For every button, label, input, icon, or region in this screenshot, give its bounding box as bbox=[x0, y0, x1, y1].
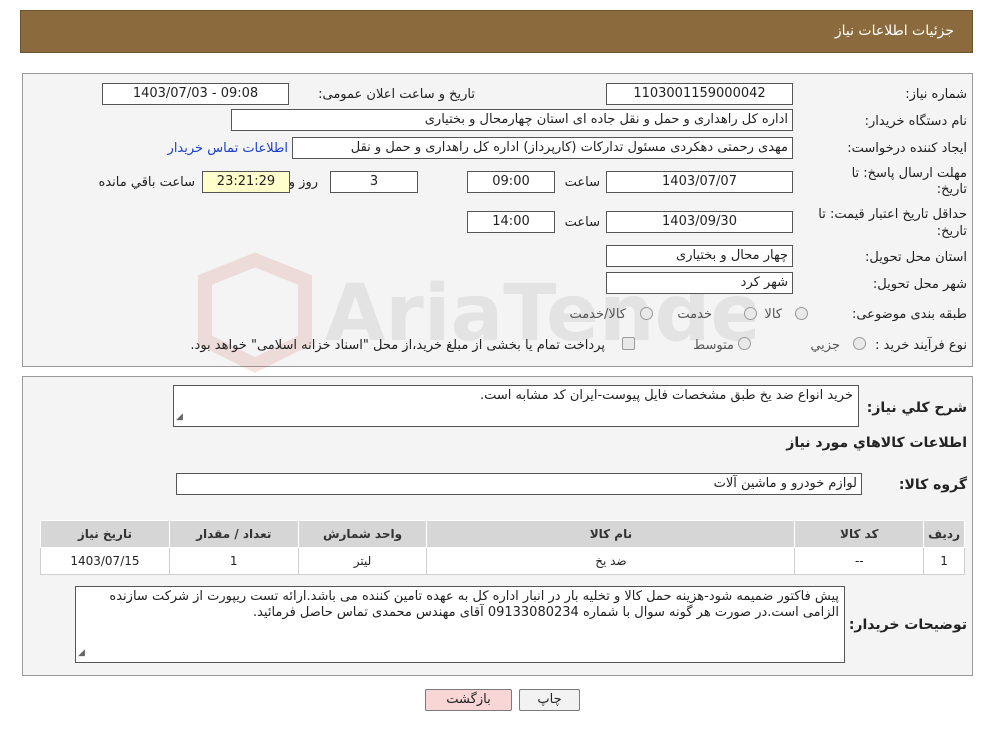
deadline-date-field: 1403/07/07 bbox=[606, 171, 793, 193]
contact-buyer-link[interactable]: اطلاعات تماس خریدار bbox=[168, 141, 288, 156]
province-field: چهار محال و بختیاری bbox=[606, 245, 793, 267]
deadline-label: مهلت ارسال پاسخ: تا تاریخ: bbox=[851, 166, 967, 197]
need-number-label: شماره نیاز: bbox=[905, 87, 967, 102]
cell-date: 1403/07/15 bbox=[40, 547, 170, 575]
city-label: شهر محل تحویل: bbox=[872, 277, 967, 292]
description-label: شرح کلي نیاز: bbox=[866, 400, 967, 416]
validity-date-field: 1403/09/30 bbox=[606, 211, 793, 233]
cell-code: -- bbox=[794, 547, 925, 575]
category-radio-goods[interactable] bbox=[795, 307, 808, 320]
resize-grip-icon[interactable]: ◢ bbox=[78, 645, 85, 661]
buyer-notes-text: پیش فاکتور ضمیمه شود-هزینه حمل کالا و تخ… bbox=[109, 589, 839, 620]
back-button[interactable]: بازگشت bbox=[425, 689, 512, 711]
payment-checkbox[interactable] bbox=[622, 337, 635, 350]
city-field: شهر کرد bbox=[606, 272, 793, 294]
process-option-medium: متوسط bbox=[693, 338, 734, 353]
col-row: ردیف bbox=[923, 520, 965, 548]
buyer-org-field: اداره کل راهداری و حمل و نقل جاده ای است… bbox=[231, 109, 793, 131]
category-option-service: خدمت bbox=[677, 307, 712, 322]
buyer-org-label: نام دستگاه خریدار: bbox=[864, 114, 967, 129]
requester-label: ایجاد کننده درخواست: bbox=[847, 141, 967, 156]
goods-group-label: گروه کالا: bbox=[898, 477, 967, 493]
category-radio-service[interactable] bbox=[744, 307, 757, 320]
buyer-notes-textarea: پیش فاکتور ضمیمه شود-هزینه حمل کالا و تخ… bbox=[75, 586, 845, 663]
category-radio-goods-service[interactable] bbox=[640, 307, 653, 320]
col-unit: واحد شمارش bbox=[297, 520, 428, 548]
process-option-minor: جزیي bbox=[810, 338, 840, 353]
announce-field: 1403/07/03 - 09:08 bbox=[102, 83, 289, 105]
page-header: جزئیات اطلاعات نیاز bbox=[20, 10, 973, 53]
cell-name: ضد یخ bbox=[426, 547, 796, 575]
need-number-field: 1103001159000042 bbox=[606, 83, 793, 105]
items-table-header: ردیف کد کالا نام کالا واحد شمارش تعداد /… bbox=[40, 520, 965, 548]
print-button[interactable]: چاپ bbox=[519, 689, 580, 711]
table-row: 1 -- ضد یخ لیتر 1 1403/07/15 bbox=[40, 547, 965, 575]
col-date: تاریخ نیاز bbox=[40, 520, 170, 548]
category-option-goods: کالا bbox=[764, 307, 782, 322]
deadline-time-field: 09:00 bbox=[467, 171, 555, 193]
buyer-notes-label: توضیحات خریدار: bbox=[848, 617, 967, 633]
remaining-time-field: 23:21:29 bbox=[202, 171, 290, 193]
col-code: کد کالا bbox=[794, 520, 925, 548]
requester-field: مهدی رحمتی دهکردی مسئول تدارکات (کارپردا… bbox=[292, 137, 793, 159]
deadline-time-label: ساعت bbox=[564, 175, 600, 190]
description-text: خرید انواع ضد یخ طبق مشخصات فایل پیوست-ا… bbox=[479, 388, 853, 403]
items-section-title: اطلاعات کالاهاي مورد نیاز bbox=[786, 435, 967, 451]
validity-time-label: ساعت bbox=[564, 215, 600, 230]
col-qty: تعداد / مقدار bbox=[168, 520, 299, 548]
cell-qty: 1 bbox=[168, 547, 299, 575]
cell-row: 1 bbox=[923, 547, 965, 575]
process-radio-minor[interactable] bbox=[853, 337, 866, 350]
validity-time-field: 14:00 bbox=[467, 211, 555, 233]
process-radio-medium[interactable] bbox=[738, 337, 751, 350]
validity-label: حداقل تاریخ اعتبار قیمت: تا تاریخ: bbox=[818, 207, 967, 239]
page-title: جزئیات اطلاعات نیاز bbox=[834, 23, 954, 39]
days-field: 3 bbox=[330, 171, 418, 193]
payment-note: پرداخت تمام یا بخشی از مبلغ خرید،از محل … bbox=[190, 338, 605, 353]
remaining-label: ساعت باقي مانده bbox=[98, 175, 195, 190]
description-textarea: خرید انواع ضد یخ طبق مشخصات فایل پیوست-ا… bbox=[173, 385, 859, 427]
goods-group-field: لوازم خودرو و ماشین آلات bbox=[176, 473, 862, 495]
cell-unit: لیتر bbox=[297, 547, 428, 575]
category-option-goods-service: کالا/خدمت bbox=[569, 307, 626, 322]
province-label: استان محل تحویل: bbox=[865, 250, 967, 265]
category-label: طبقه بندی موضوعی: bbox=[851, 307, 967, 322]
col-name: نام کالا bbox=[426, 520, 796, 548]
process-label: نوع فرآیند خرید : bbox=[875, 338, 967, 353]
days-label: روز و bbox=[288, 175, 318, 190]
resize-grip-icon[interactable]: ◢ bbox=[176, 409, 183, 425]
items-table: ردیف کد کالا نام کالا واحد شمارش تعداد /… bbox=[40, 520, 965, 575]
announce-label: تاریخ و ساعت اعلان عمومی: bbox=[318, 87, 475, 102]
